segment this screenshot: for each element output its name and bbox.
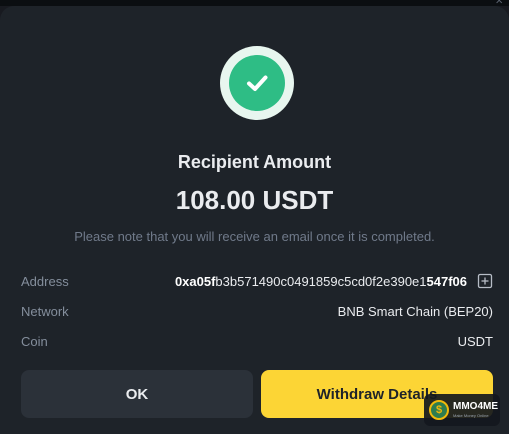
watermark-name: MMO4ME [453,401,498,412]
check-circle-icon [229,55,285,111]
address-row: Address 0xa05f b3b571490c0491859c5cd0f2e3… [21,271,493,291]
address-middle: b3b571490c0491859c5cd0f2e390e1 [215,273,427,289]
ok-button[interactable]: OK [21,370,253,418]
copy-icon [477,273,493,289]
email-note: Please note that you will receive an ema… [74,229,435,244]
watermark-subtitle: Make Money Online [453,413,489,418]
withdraw-details-label: Withdraw Details [316,385,438,403]
network-label: Network [21,303,69,319]
dollar-coin-icon: $ [429,400,449,420]
copy-address-button[interactable] [477,273,493,289]
recipient-amount: 108.00 USDT [175,185,334,215]
address-prefix: 0xa05f [174,273,216,289]
ok-button-label: OK [125,385,149,403]
coin-value: USDT [457,333,493,349]
network-row: Network BNB Smart Chain (BEP20) [21,301,493,321]
close-icon[interactable]: ✕ [495,0,507,7]
address-label: Address [21,273,69,289]
success-badge [220,46,294,120]
address-value: 0xa05f b3b571490c0491859c5cd0f2e390e1 547f… [175,273,493,289]
coin-row: Coin USDT [21,331,493,351]
modal-title: Recipient Amount [177,152,332,172]
network-value: BNB Smart Chain (BEP20) [337,303,493,319]
watermark-logo: $ MMO4ME Make Money Online [424,394,500,426]
coin-label: Coin [21,333,48,349]
address-suffix: 547f06 [426,273,467,289]
